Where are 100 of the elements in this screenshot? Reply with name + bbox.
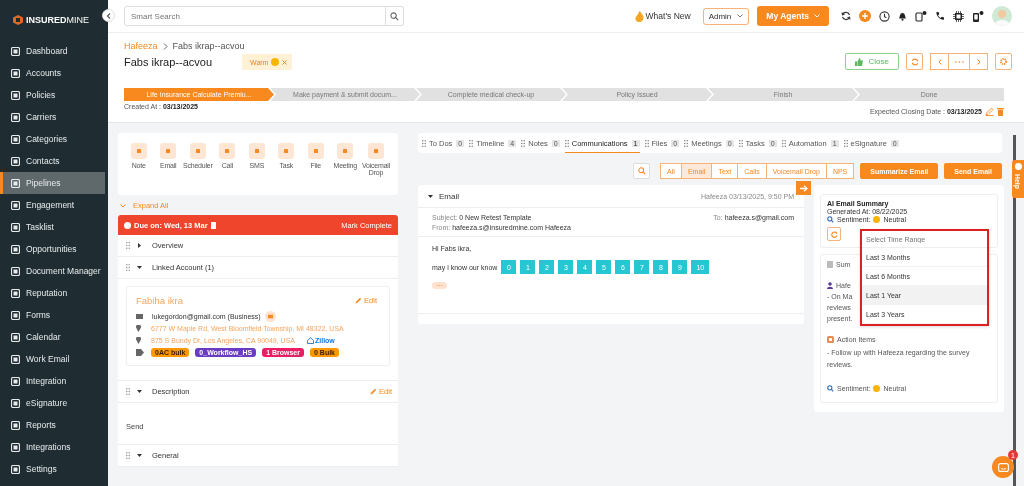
grip-icon[interactable] xyxy=(684,140,689,147)
dot-icon xyxy=(124,221,131,229)
sidebar-item[interactable]: Integrations xyxy=(0,436,105,458)
chevron-down-icon[interactable] xyxy=(120,203,126,208)
grip-icon[interactable] xyxy=(781,140,786,147)
sidebar-item[interactable]: Pipelines xyxy=(0,172,105,194)
person-icon xyxy=(827,282,833,289)
caret-icon[interactable] xyxy=(137,265,142,270)
tile-icon[interactable] xyxy=(189,143,206,159)
tile-icon[interactable] xyxy=(248,143,265,159)
tile-icon[interactable] xyxy=(278,143,295,159)
refresh-button[interactable] xyxy=(906,53,923,70)
tile-icon[interactable] xyxy=(337,143,354,159)
search-icon xyxy=(827,384,834,392)
sidebar-item[interactable]: Engagement xyxy=(0,194,105,216)
tags-icon xyxy=(136,348,145,356)
sidebar-item[interactable]: Integration xyxy=(0,370,105,392)
previous-button[interactable] xyxy=(930,53,949,70)
search-button[interactable] xyxy=(386,6,404,26)
pencil-icon[interactable] xyxy=(370,388,378,395)
plus-icon[interactable] xyxy=(859,10,871,22)
caret-icon[interactable] xyxy=(428,193,433,199)
device-icon[interactable] xyxy=(915,10,927,22)
dots-icon[interactable] xyxy=(954,60,964,63)
pencil-icon[interactable] xyxy=(355,297,363,304)
square-icon xyxy=(11,266,20,276)
sidebar-item[interactable]: Work Email xyxy=(0,348,105,370)
tile-icon[interactable] xyxy=(307,143,324,159)
refresh-icon[interactable] xyxy=(841,11,851,21)
sidebar-item[interactable]: Calendar xyxy=(0,326,105,348)
close-icon[interactable] xyxy=(282,59,288,65)
chevron-right-icon[interactable] xyxy=(976,58,981,65)
chevron-left-icon[interactable] xyxy=(937,58,942,65)
grip-icon[interactable] xyxy=(644,140,649,147)
sidebar-item[interactable]: Reports xyxy=(0,414,105,436)
caret-icon[interactable] xyxy=(137,243,142,248)
search-field[interactable]: Smart Search xyxy=(124,6,386,26)
sidebar-item[interactable]: Forms xyxy=(0,304,105,326)
sidebar-item[interactable]: Contacts xyxy=(0,150,105,172)
caret-icon[interactable] xyxy=(137,389,142,394)
thumbs-up-icon[interactable] xyxy=(854,57,863,66)
more-button[interactable] xyxy=(949,53,969,70)
tile-icon[interactable] xyxy=(160,143,177,159)
sidebar-item[interactable]: Dashboard xyxy=(0,40,105,62)
grip-icon[interactable] xyxy=(422,140,426,147)
record-title: Fabs ikrap--acvou xyxy=(124,56,213,68)
sidebar-item[interactable]: Carriers xyxy=(0,106,105,128)
chat-icon[interactable] xyxy=(997,462,1009,472)
sidebar-item[interactable]: eSignature xyxy=(0,392,105,414)
square-icon xyxy=(11,90,20,100)
search-icon[interactable] xyxy=(637,167,646,175)
whats-new-link[interactable]: What's New xyxy=(645,11,691,21)
pin-icon xyxy=(136,336,141,344)
tile-icon[interactable] xyxy=(130,143,147,159)
sidebar-item[interactable]: Opportunities xyxy=(0,238,105,260)
grip-icon[interactable] xyxy=(126,388,130,395)
square-icon xyxy=(11,134,20,144)
grip-icon[interactable] xyxy=(738,140,743,147)
grip-icon[interactable] xyxy=(126,264,130,271)
avatar-icon[interactable] xyxy=(992,6,1012,26)
grip-icon[interactable] xyxy=(126,452,130,459)
tile-icon[interactable] xyxy=(368,143,384,159)
square-icon xyxy=(11,222,20,232)
search-icon xyxy=(827,216,834,223)
square-icon xyxy=(11,354,20,364)
tile-icon[interactable] xyxy=(219,143,236,159)
caret-icon[interactable] xyxy=(137,453,142,458)
square-icon xyxy=(11,310,20,320)
sidebar-item[interactable]: Policies xyxy=(0,84,105,106)
square-icon xyxy=(11,398,20,408)
grip-icon[interactable] xyxy=(843,140,848,147)
search-icon[interactable] xyxy=(390,11,399,21)
sidebar-item[interactable]: Document Manager xyxy=(0,260,105,282)
square-icon xyxy=(11,178,20,188)
search-button[interactable] xyxy=(633,163,651,179)
grip-icon[interactable] xyxy=(126,242,130,249)
sidebar-item[interactable]: Settings xyxy=(0,458,105,480)
square-icon xyxy=(11,200,20,210)
chip-icon[interactable] xyxy=(953,10,964,22)
house-icon[interactable] xyxy=(307,336,314,344)
next-button[interactable] xyxy=(969,53,988,70)
grip-icon[interactable] xyxy=(469,140,474,147)
square-icon xyxy=(11,442,20,452)
grip-icon[interactable] xyxy=(521,140,526,147)
sidebar-item[interactable]: Reputation xyxy=(0,282,105,304)
square-icon xyxy=(11,68,20,78)
sidebar-item[interactable]: Categories xyxy=(0,128,105,150)
phone-icon[interactable] xyxy=(935,11,945,21)
settings-button[interactable] xyxy=(995,53,1012,70)
bell-icon[interactable] xyxy=(898,11,907,21)
square-icon xyxy=(11,46,20,56)
mail-icon[interactable] xyxy=(264,310,276,322)
grip-icon[interactable] xyxy=(564,140,569,147)
tablet-icon[interactable] xyxy=(972,10,984,22)
pencil-icon[interactable] xyxy=(985,107,994,116)
sidebar-item[interactable]: Tasklist xyxy=(0,216,105,238)
role-select[interactable]: Admin xyxy=(702,7,750,25)
settings-icon[interactable] xyxy=(1000,58,1007,65)
clock-icon[interactable] xyxy=(879,10,890,22)
sidebar-item[interactable]: Accounts xyxy=(0,62,105,84)
